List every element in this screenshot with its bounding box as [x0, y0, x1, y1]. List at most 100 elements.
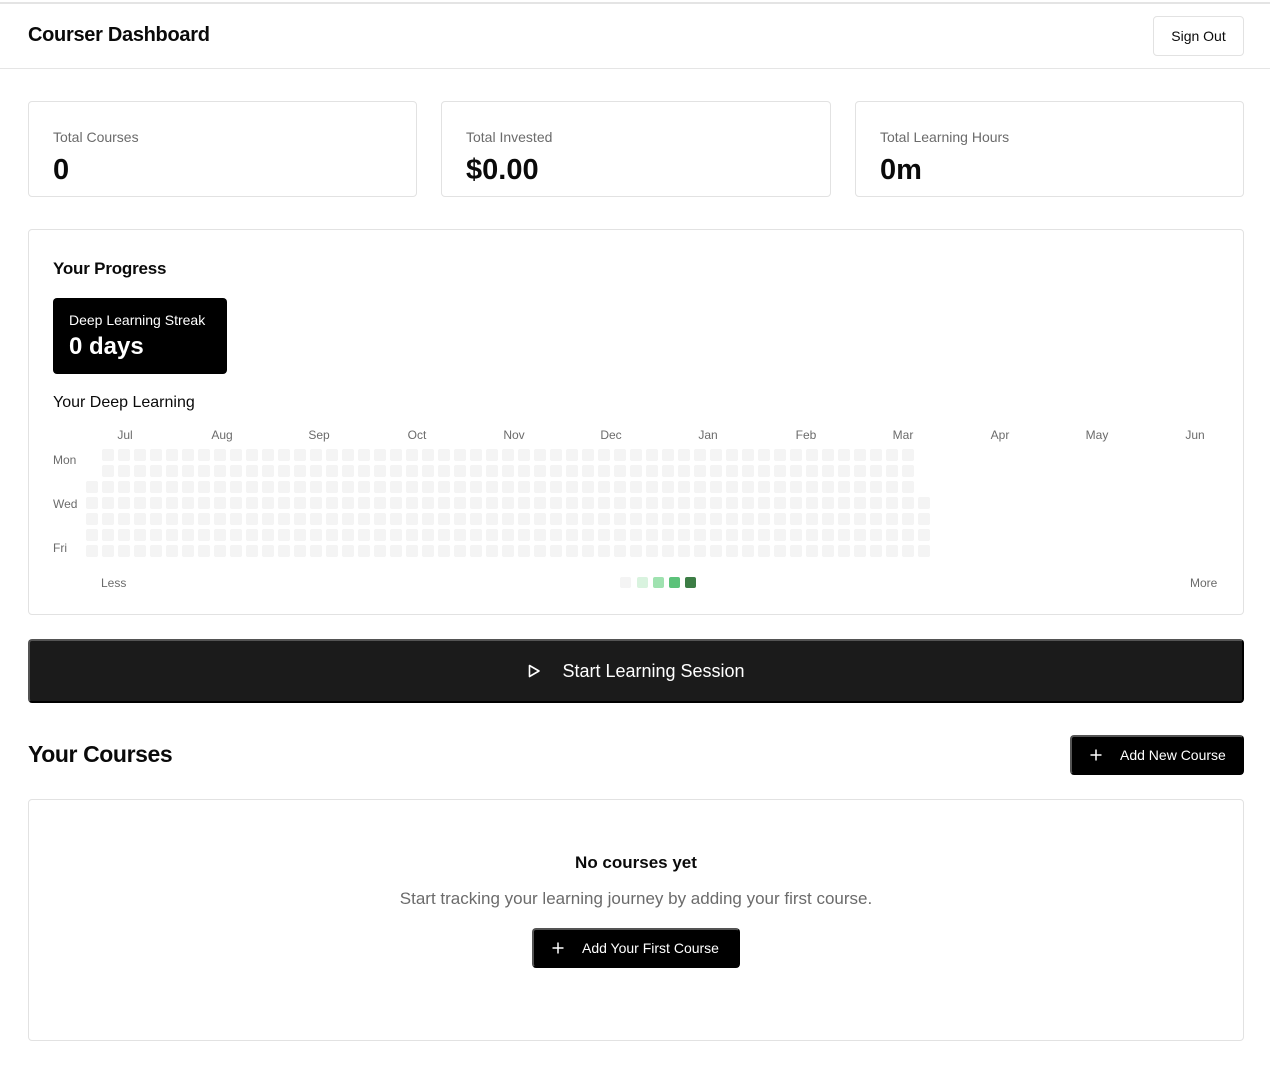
heatmap-cell — [198, 465, 210, 477]
heatmap-cell — [150, 465, 162, 477]
heatmap-cell — [390, 465, 402, 477]
heatmap-cell — [582, 497, 594, 509]
heatmap-cell — [614, 545, 626, 557]
heatmap-cell — [230, 545, 242, 557]
heatmap-cell — [886, 513, 898, 525]
legend-less-label: Less — [101, 576, 127, 590]
heatmap-cell — [86, 529, 98, 541]
heatmap-cell — [470, 545, 482, 557]
heatmap-cell — [902, 497, 914, 509]
heatmap-cell — [790, 465, 802, 477]
heatmap-cell — [150, 513, 162, 525]
heatmap-cell — [294, 529, 306, 541]
heatmap-cell — [198, 449, 210, 461]
heatmap-cell — [742, 545, 754, 557]
heatmap-cell — [662, 481, 674, 493]
heatmap-cell — [198, 497, 210, 509]
heatmap-cell — [822, 481, 834, 493]
heatmap-cell — [886, 529, 898, 541]
start-learning-session-button[interactable]: Start Learning Session — [28, 639, 1244, 703]
heatmap-cell — [422, 481, 434, 493]
heatmap-cell — [470, 513, 482, 525]
heatmap-cell — [166, 449, 178, 461]
heatmap-cell — [294, 465, 306, 477]
heatmap-cell — [838, 465, 850, 477]
heatmap-cell — [358, 481, 370, 493]
heatmap-cell — [854, 497, 866, 509]
heatmap-cell — [614, 449, 626, 461]
heatmap-cell — [694, 481, 706, 493]
heatmap-cell — [422, 545, 434, 557]
heatmap-cell — [518, 465, 530, 477]
heatmap-cell — [630, 513, 642, 525]
heatmap-cell — [518, 529, 530, 541]
heatmap-cell — [134, 529, 146, 541]
heatmap-cell — [598, 513, 610, 525]
heatmap-cell — [566, 529, 578, 541]
heatmap-cell — [214, 465, 226, 477]
heatmap-cell — [886, 545, 898, 557]
heatmap-cell — [118, 545, 130, 557]
courses-title: Your Courses — [28, 741, 173, 767]
heatmap-cell — [246, 497, 258, 509]
heatmap-cell — [614, 497, 626, 509]
heatmap-cell — [134, 545, 146, 557]
heatmap-cell — [646, 449, 658, 461]
heatmap-cell — [262, 465, 274, 477]
heatmap-cell — [150, 545, 162, 557]
heatmap-cell — [358, 529, 370, 541]
heatmap-cell — [726, 465, 738, 477]
heatmap-cell — [710, 513, 722, 525]
heatmap-cell — [902, 481, 914, 493]
heatmap-cell — [438, 465, 450, 477]
heatmap-cell — [774, 481, 786, 493]
heatmap-cell — [646, 545, 658, 557]
heatmap-cell — [582, 465, 594, 477]
heatmap-cell — [758, 497, 770, 509]
heatmap-cell — [406, 465, 418, 477]
heatmap-cell — [214, 449, 226, 461]
sign-out-button[interactable]: Sign Out — [1153, 16, 1244, 56]
heatmap-cell — [822, 497, 834, 509]
heatmap-cell — [390, 449, 402, 461]
heatmap-cell — [358, 449, 370, 461]
heatmap-cell — [310, 449, 322, 461]
heatmap-cell — [438, 545, 450, 557]
heatmap-cell — [486, 449, 498, 461]
heatmap-cell — [326, 481, 338, 493]
heatmap-cell — [166, 529, 178, 541]
heatmap-cell — [774, 449, 786, 461]
add-new-course-button[interactable]: Add New Course — [1070, 735, 1244, 775]
heatmap-cell — [806, 449, 818, 461]
heatmap-cell — [310, 465, 322, 477]
heatmap-cell — [246, 481, 258, 493]
heatmap-cell — [230, 481, 242, 493]
heatmap-cell — [390, 529, 402, 541]
heatmap-cell — [502, 545, 514, 557]
heatmap-cell — [198, 481, 210, 493]
heatmap-cell — [422, 513, 434, 525]
heatmap-cell — [246, 529, 258, 541]
heatmap-cell — [726, 545, 738, 557]
heatmap-cell — [758, 481, 770, 493]
heatmap-cell — [550, 497, 562, 509]
heatmap-cell — [678, 545, 690, 557]
heatmap-cell — [390, 481, 402, 493]
heatmap-cell — [838, 529, 850, 541]
heatmap-cell — [486, 465, 498, 477]
heatmap-cell — [342, 497, 354, 509]
stat-label: Total Courses — [53, 129, 139, 145]
heatmap-cell — [166, 481, 178, 493]
heatmap-cell — [294, 449, 306, 461]
heatmap-cell — [278, 465, 290, 477]
heatmap-cell — [326, 449, 338, 461]
heatmap-cell — [102, 513, 114, 525]
heatmap-cell — [870, 449, 882, 461]
heatmap-cell — [646, 465, 658, 477]
heatmap-cell — [406, 529, 418, 541]
add-first-course-button[interactable]: Add Your First Course — [532, 928, 740, 968]
legend-swatch — [669, 577, 680, 588]
heatmap-cell — [870, 497, 882, 509]
heatmap-cell — [86, 497, 98, 509]
heatmap-cell — [214, 529, 226, 541]
